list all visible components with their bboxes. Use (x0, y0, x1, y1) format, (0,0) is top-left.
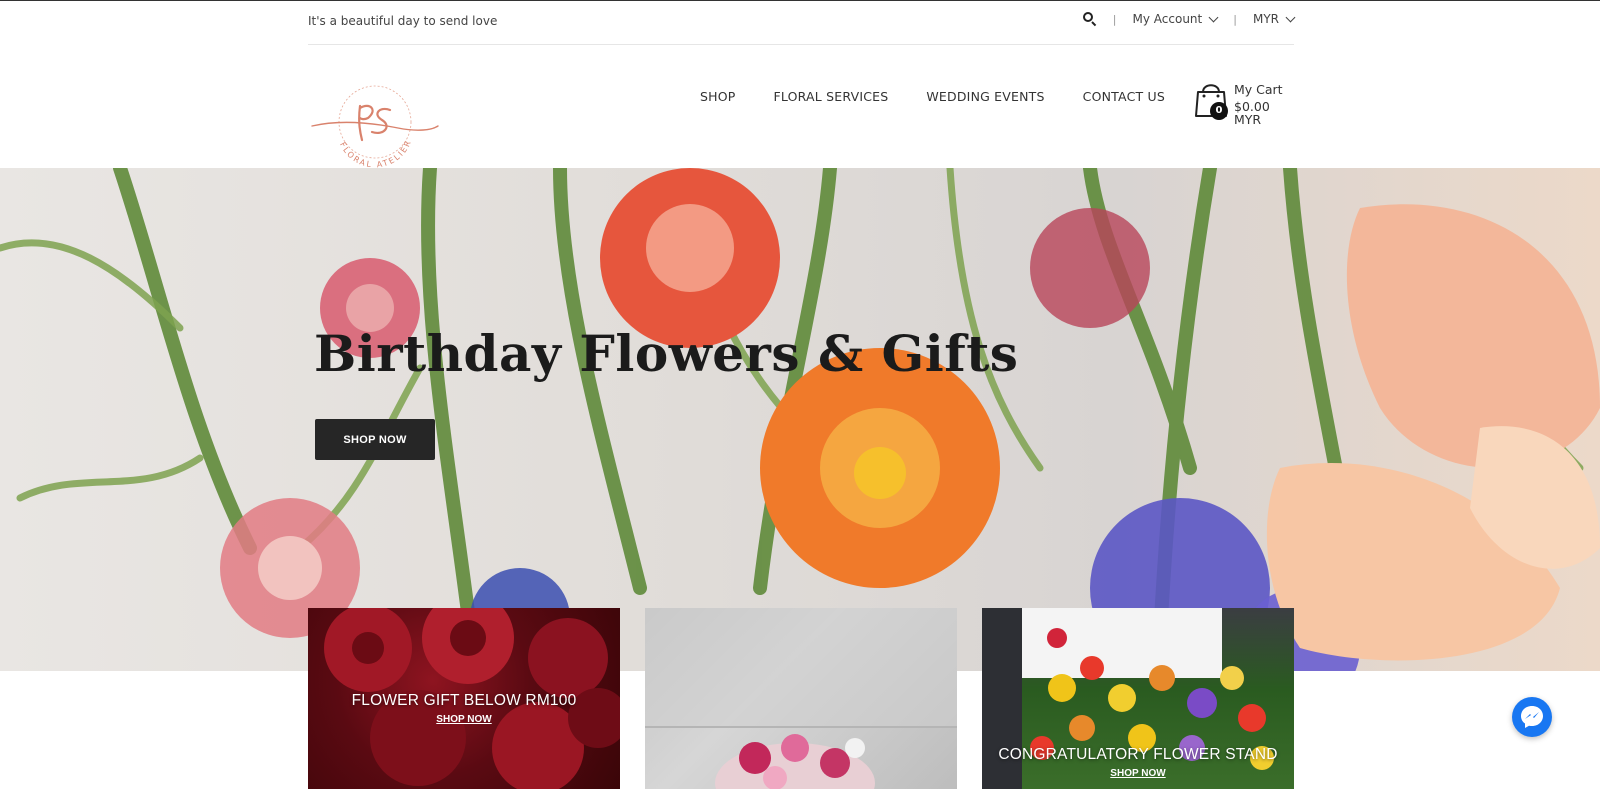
hero-banner: Birthday Flowers & Gifts SHOP NOW (0, 168, 1600, 671)
tagline: It's a beautiful day to send love (308, 14, 498, 28)
category-title: CONGRATULATORY FLOWER STAND (998, 746, 1278, 763)
nav-wedding-events[interactable]: WEDDING EVENTS (926, 89, 1044, 104)
hero-title: Birthday Flowers & Gifts (314, 324, 1019, 383)
my-account-label: My Account (1132, 12, 1203, 26)
chevron-down-icon (1285, 12, 1296, 22)
ps-floral-atelier-logo-icon: FLORAL ATELIER (311, 85, 439, 169)
lily-bouquet-image (645, 608, 957, 789)
cart-amount: $0.00 MYR (1234, 99, 1270, 127)
category-card-flower-stand[interactable]: CONGRATULATORY FLOWER STAND SHOP NOW (982, 608, 1294, 789)
separator: | (1233, 12, 1237, 26)
cart-label: My Cart (1234, 82, 1283, 97)
messenger-icon (1521, 706, 1543, 728)
cart-count-badge: 0 (1210, 102, 1228, 120)
currency-label: MYR (1252, 12, 1279, 26)
utility-bar: It's a beautiful day to send love | My A… (308, 1, 1296, 45)
main-nav: SHOP FLORAL SERVICES WEDDING EVENTS CONT… (700, 89, 1203, 104)
site-header: FLORAL ATELIER SHOP FLORAL SERVICES WEDD… (308, 46, 1294, 169)
nav-floral-services[interactable]: FLORAL SERVICES (774, 89, 889, 104)
hero-shop-now-button[interactable]: SHOP NOW (315, 419, 435, 460)
category-shop-now-link[interactable]: SHOP NOW (982, 768, 1294, 779)
nav-contact-us[interactable]: CONTACT US (1083, 89, 1165, 104)
category-title: FLOWER GIFT BELOW RM100 (351, 692, 577, 709)
currency-dropdown[interactable]: MYR (1252, 12, 1296, 26)
nav-shop[interactable]: SHOP (700, 89, 736, 104)
separator: | (1112, 12, 1117, 26)
messenger-chat-button[interactable] (1512, 697, 1552, 737)
site-logo[interactable]: FLORAL ATELIER (308, 82, 442, 169)
svg-text:FLORAL ATELIER: FLORAL ATELIER (338, 138, 413, 168)
category-shop-now-link[interactable]: SHOP NOW (308, 714, 620, 725)
cart-widget[interactable]: 0 My Cart $0.00 MYR (1194, 80, 1294, 132)
chevron-down-icon (1208, 12, 1219, 22)
category-card-bouquet[interactable] (645, 608, 957, 789)
category-card-flower-gift[interactable]: FLOWER GIFT BELOW RM100 SHOP NOW (308, 608, 620, 789)
search-icon[interactable] (1082, 12, 1097, 27)
utility-links: | My Account | MYR (1082, 12, 1296, 27)
hero-flowers-image (0, 168, 1600, 671)
my-account-dropdown[interactable]: My Account (1132, 12, 1219, 26)
